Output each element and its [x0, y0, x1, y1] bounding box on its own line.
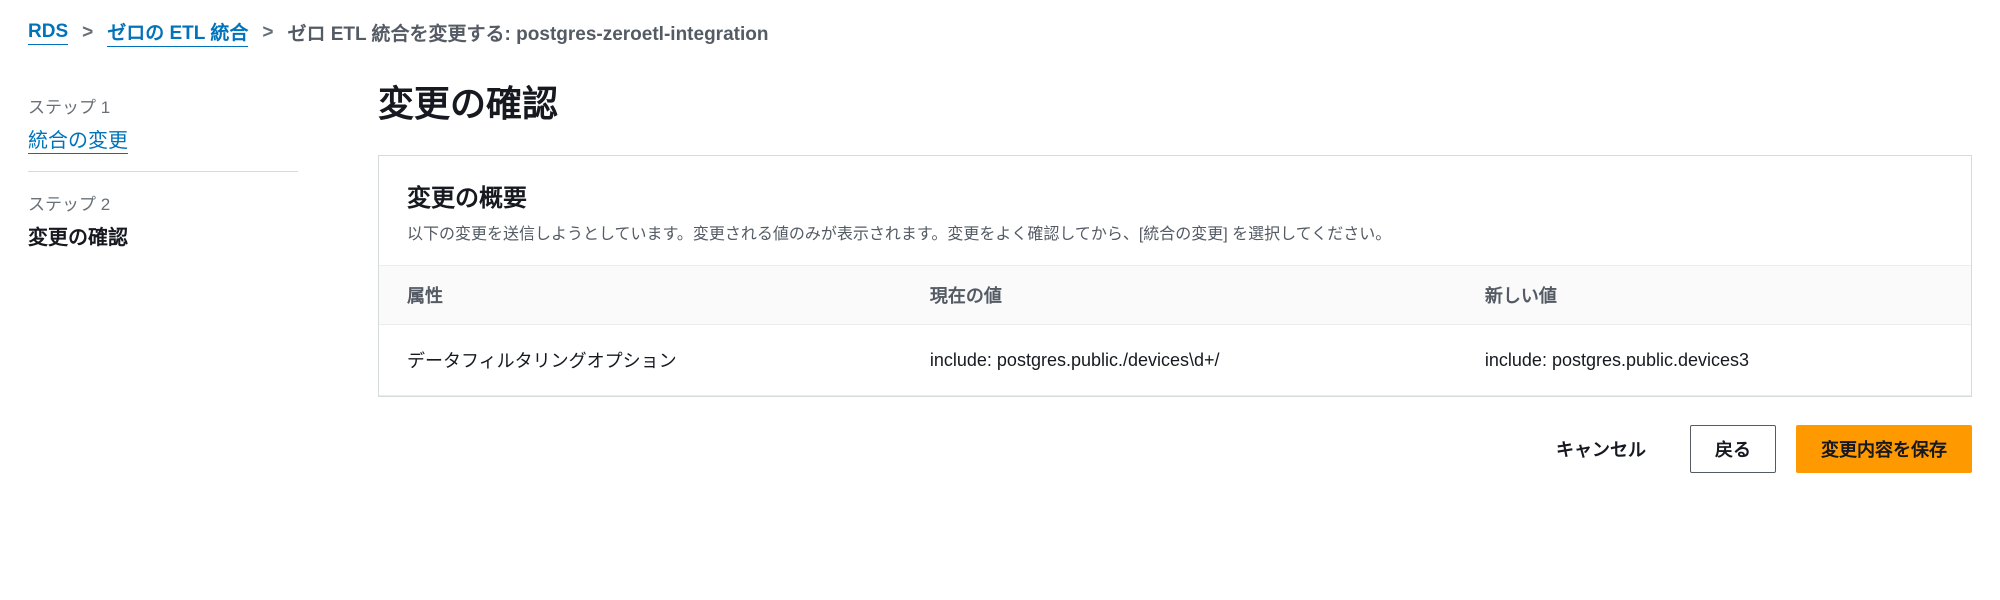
action-bar: キャンセル 戻る 変更内容を保存 [378, 425, 1972, 473]
step-2-title: 変更の確認 [28, 221, 298, 250]
table-row: データフィルタリングオプション include: postgres.public… [379, 325, 1971, 396]
step-label: ステップ 2 [28, 190, 298, 215]
cell-current-value: include: postgres.public./devices\d+/ [902, 325, 1457, 396]
breadcrumb: RDS > ゼロの ETL 統合 > ゼロ ETL 統合を変更する: postg… [28, 18, 1972, 47]
save-button[interactable]: 変更内容を保存 [1796, 425, 1972, 473]
back-button[interactable]: 戻る [1690, 425, 1776, 473]
breadcrumb-link-zeroetl[interactable]: ゼロの ETL 統合 [107, 18, 248, 47]
cell-attribute: データフィルタリングオプション [379, 325, 902, 396]
step-divider [28, 171, 298, 172]
panel-header: 変更の概要 以下の変更を送信しようとしています。変更される値のみが表示されます。… [379, 156, 1971, 265]
main-content: 変更の確認 変更の概要 以下の変更を送信しようとしています。変更される値のみが表… [378, 75, 1972, 473]
wizard-sidebar: ステップ 1 統合の変更 ステップ 2 変更の確認 [28, 75, 298, 473]
cancel-button[interactable]: キャンセル [1532, 426, 1670, 472]
step-label: ステップ 1 [28, 93, 298, 118]
summary-panel: 変更の概要 以下の変更を送信しようとしています。変更される値のみが表示されます。… [378, 155, 1972, 397]
col-current-value: 現在の値 [902, 266, 1457, 325]
step-1: ステップ 1 統合の変更 [28, 81, 298, 165]
step-2: ステップ 2 変更の確認 [28, 178, 298, 262]
page-title: 変更の確認 [378, 75, 1972, 127]
breadcrumb-link-rds[interactable]: RDS [28, 21, 68, 45]
step-1-link[interactable]: 統合の変更 [28, 130, 128, 154]
breadcrumb-current: ゼロ ETL 統合を変更する: postgres-zeroetl-integra… [287, 19, 768, 46]
panel-description: 以下の変更を送信しようとしています。変更される値のみが表示されます。変更をよく確… [407, 223, 1943, 247]
chevron-right-icon: > [262, 22, 273, 44]
chevron-right-icon: > [82, 22, 93, 44]
col-attribute: 属性 [379, 266, 902, 325]
changes-table: 属性 現在の値 新しい値 データフィルタリングオプション include: po… [379, 265, 1971, 396]
panel-title: 変更の概要 [407, 178, 1943, 213]
col-new-value: 新しい値 [1457, 266, 1971, 325]
cell-new-value: include: postgres.public.devices3 [1457, 325, 1971, 396]
